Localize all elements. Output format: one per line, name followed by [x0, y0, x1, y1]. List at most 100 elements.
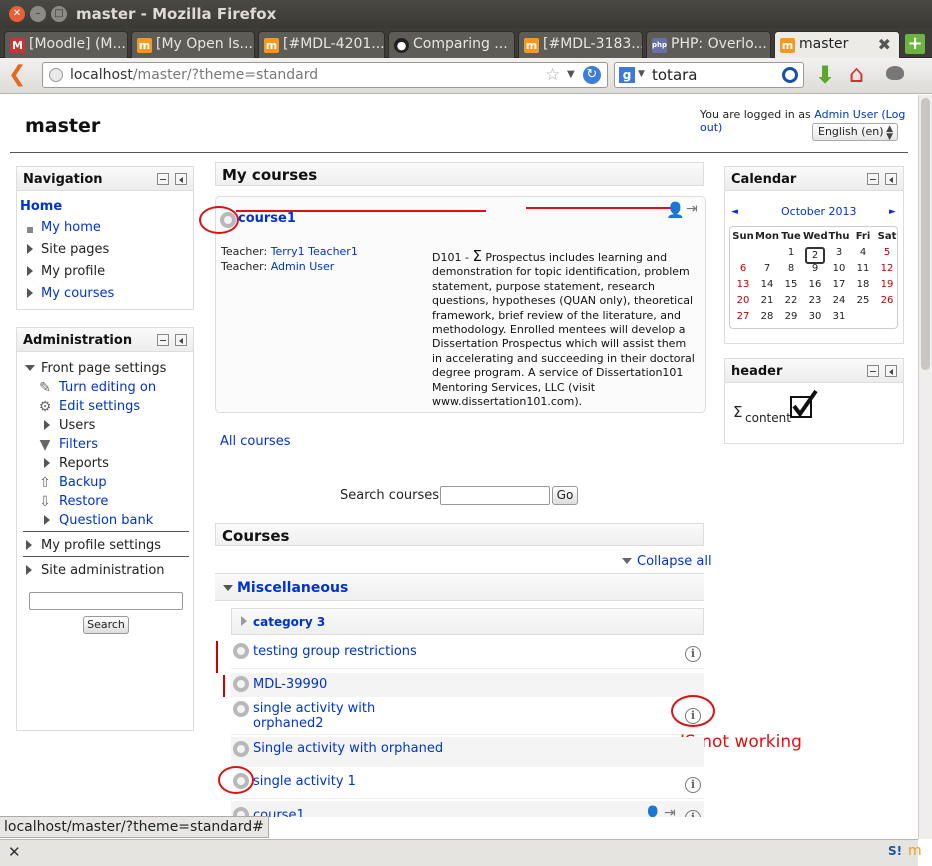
- calendar-day[interactable]: 27: [731, 311, 755, 322]
- calendar-day[interactable]: 18: [851, 279, 875, 290]
- close-icon[interactable]: ✕: [8, 843, 21, 861]
- reload-icon[interactable]: ↻: [583, 66, 601, 84]
- vertical-scrollbar[interactable]: [918, 95, 932, 839]
- calendar-month[interactable]: October 2013: [781, 205, 857, 218]
- admin-site-administration[interactable]: Site administration: [41, 563, 165, 578]
- calendar-day[interactable]: 9: [803, 263, 827, 274]
- browser-tab[interactable]: m [My Open Is...: [131, 31, 255, 58]
- url-bar[interactable]: localhost/master/?theme=standard ☆ ▼ ↻: [42, 62, 608, 88]
- category-row[interactable]: Miscellaneous: [215, 573, 704, 601]
- calendar-day[interactable]: 24: [827, 295, 851, 306]
- search-engine-dropdown-icon[interactable]: ▼: [638, 69, 645, 79]
- calendar-day[interactable]: 7: [755, 263, 779, 274]
- calendar-day[interactable]: 2: [805, 247, 825, 264]
- admin-turn-editing-on[interactable]: Turn editing on: [59, 380, 156, 395]
- calendar-day[interactable]: 16: [803, 279, 827, 290]
- expand-arrow-icon[interactable]: [44, 515, 50, 525]
- expand-arrow-icon[interactable]: [44, 458, 50, 468]
- admin-search-input[interactable]: [29, 592, 183, 610]
- calendar-day[interactable]: 19: [875, 279, 899, 290]
- calendar-day[interactable]: 26: [875, 295, 899, 306]
- calendar-day[interactable]: 20: [731, 295, 755, 306]
- calendar-day[interactable]: 6: [731, 263, 755, 274]
- calendar-day[interactable]: 1: [779, 247, 803, 258]
- nav-home-link[interactable]: Home: [20, 199, 62, 214]
- subcategory-row[interactable]: category 3: [231, 608, 704, 635]
- collapse-icon[interactable]: [867, 365, 879, 377]
- back-button[interactable]: ❮: [8, 64, 30, 86]
- calendar-day[interactable]: 14: [755, 279, 779, 290]
- expand-arrow-icon[interactable]: [27, 244, 33, 254]
- nav-item-my-profile[interactable]: My profile: [41, 264, 105, 279]
- browser-tab[interactable]: php PHP: Overlo...: [646, 31, 771, 58]
- calendar-day[interactable]: 17: [827, 279, 851, 290]
- dock-icon[interactable]: [885, 365, 897, 377]
- window-minimize-button[interactable]: –: [30, 6, 46, 22]
- admin-filters[interactable]: Filters: [59, 437, 98, 452]
- download-icon[interactable]: ⬇: [815, 61, 835, 89]
- calendar-day[interactable]: 25: [851, 295, 875, 306]
- dock-icon[interactable]: [885, 173, 897, 185]
- admin-users[interactable]: Users: [59, 418, 95, 433]
- course-link[interactable]: single activity 1: [253, 774, 356, 789]
- course-name-link[interactable]: course1: [238, 211, 296, 226]
- nav-item-my-courses[interactable]: My courses: [41, 286, 114, 301]
- admin-search-button[interactable]: Search: [83, 616, 129, 634]
- collapse-arrow-icon[interactable]: [25, 365, 35, 371]
- expand-arrow-icon[interactable]: [27, 288, 33, 298]
- language-select[interactable]: English (en) ▲ ▼: [812, 123, 898, 142]
- course-link[interactable]: MDL-39990: [253, 677, 327, 692]
- calendar-day[interactable]: 5: [875, 247, 899, 258]
- bookmark-star-icon[interactable]: ☆: [545, 65, 560, 85]
- firebug-icon[interactable]: [886, 66, 904, 80]
- admin-front-page-settings[interactable]: Front page settings: [41, 361, 166, 376]
- calendar-day[interactable]: 8: [779, 263, 803, 274]
- calendar-day[interactable]: 30: [803, 311, 827, 322]
- calendar-day[interactable]: 10: [827, 263, 851, 274]
- info-icon[interactable]: i: [685, 777, 701, 793]
- url-history-dropdown-icon[interactable]: ▼: [567, 69, 575, 80]
- browser-tab[interactable]: M [Moodle] (M...: [4, 31, 128, 58]
- window-close-button[interactable]: ✕: [9, 6, 25, 22]
- addon-s-icon[interactable]: S!: [888, 844, 902, 858]
- info-icon[interactable]: i: [685, 646, 701, 662]
- dock-icon[interactable]: [175, 334, 187, 346]
- calendar-day[interactable]: 13: [731, 279, 755, 290]
- calendar-day[interactable]: 22: [779, 295, 803, 306]
- web-search-box[interactable]: g ▼ totara: [614, 62, 804, 88]
- search-courses-input[interactable]: [440, 486, 550, 505]
- expand-arrow-icon[interactable]: [241, 616, 247, 626]
- new-tab-button[interactable]: +: [905, 34, 925, 54]
- dock-icon[interactable]: [175, 173, 187, 185]
- nav-item-site-pages[interactable]: Site pages: [41, 242, 109, 257]
- collapse-arrow-icon[interactable]: [223, 585, 233, 591]
- prev-month-icon[interactable]: ◄: [731, 207, 738, 217]
- enrol-icon[interactable]: ⇥: [686, 201, 698, 217]
- calendar-day[interactable]: 31: [827, 311, 851, 322]
- admin-backup[interactable]: Backup: [59, 475, 107, 490]
- collapse-icon[interactable]: [157, 334, 169, 346]
- admin-my-profile-settings[interactable]: My profile settings: [41, 538, 161, 553]
- nav-item-my-home[interactable]: My home: [41, 220, 101, 235]
- expand-arrow-icon[interactable]: [26, 540, 32, 550]
- calendar-day[interactable]: 23: [803, 295, 827, 306]
- collapse-icon[interactable]: [157, 173, 169, 185]
- search-icon[interactable]: [782, 67, 798, 83]
- calendar-day[interactable]: 3: [827, 247, 851, 258]
- moodle-icon[interactable]: m: [908, 843, 922, 859]
- collapse-icon[interactable]: [867, 173, 879, 185]
- teacher-link[interactable]: Admin User: [271, 260, 335, 273]
- course-link[interactable]: Single activity with orphaned: [253, 741, 443, 756]
- calendar-day[interactable]: 21: [755, 295, 779, 306]
- calendar-day[interactable]: 15: [779, 279, 803, 290]
- google-icon[interactable]: g: [619, 67, 635, 83]
- browser-tab[interactable]: m [#MDL-4201...: [258, 31, 385, 58]
- window-maximize-button[interactable]: □: [51, 6, 67, 22]
- expand-arrow-icon[interactable]: [26, 565, 32, 575]
- browser-tab[interactable]: m [#MDL-3183...: [518, 31, 643, 58]
- expand-arrow-icon[interactable]: [27, 266, 33, 276]
- enrol-icon[interactable]: ⇥: [664, 805, 676, 817]
- admin-edit-settings[interactable]: Edit settings: [59, 399, 140, 414]
- admin-restore[interactable]: Restore: [59, 494, 108, 509]
- user-icon[interactable]: 👤: [644, 806, 661, 817]
